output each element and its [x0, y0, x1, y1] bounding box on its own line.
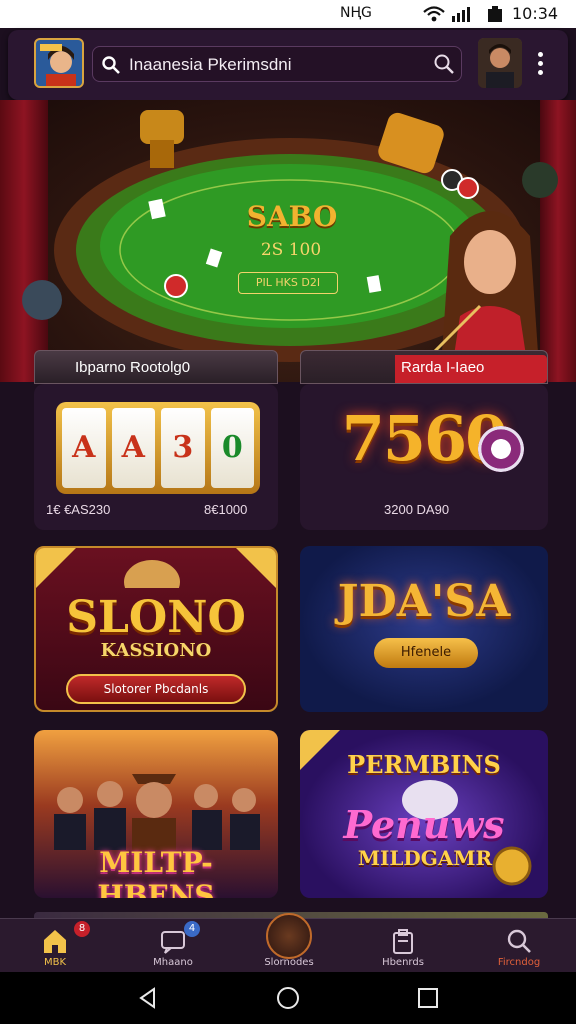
home-circle-icon[interactable]	[276, 986, 300, 1010]
search-input[interactable]: Inaanesia Pkerimsdni	[129, 55, 292, 75]
promo-tab-right[interactable]: Rarda I-Iaeo	[300, 350, 548, 384]
slot-machine-art: A A 3 0	[56, 402, 260, 494]
battery-icon	[488, 6, 502, 22]
nav-label: MBK	[43, 957, 67, 968]
nav-item-search[interactable]: Fircndog	[464, 919, 574, 973]
card-caption-right: 8€1000	[204, 502, 248, 517]
game-card-permbins[interactable]: PERMBINS Penuws MILDGAMR	[300, 730, 548, 898]
status-icons	[423, 6, 502, 22]
spin-icon	[266, 913, 312, 959]
game-card-miltp[interactable]: MILTP-HBENS	[34, 730, 278, 898]
search-bar[interactable]: Inaanesia Pkerimsdni	[92, 46, 462, 82]
search-icon	[102, 56, 120, 74]
game-logo-title: JDA'SA	[337, 576, 511, 627]
back-icon[interactable]	[136, 986, 160, 1010]
promo-tab-label: Rarda I-Iaeo	[401, 359, 485, 376]
hero-subtitle: PIL HKS D2I	[238, 272, 338, 294]
nav-item-spin[interactable]: Slornodes	[234, 913, 344, 973]
chat-icon	[161, 931, 185, 954]
app-logo-icon	[36, 40, 82, 86]
signal-icon	[452, 7, 470, 22]
play-button[interactable]: Hfenele	[374, 638, 478, 668]
corner-ribbon-icon	[36, 548, 276, 588]
reel: A	[111, 408, 155, 488]
game-card-sevens[interactable]: 7560 3200 DA90	[300, 384, 548, 530]
bottom-navigation: 8 MBK 4 Mhaano Slornodes Hbenrds Fircndo…	[0, 913, 576, 973]
game-logo-subtitle: KASSIONO	[100, 640, 212, 661]
reel: 3	[161, 408, 205, 488]
promo-tab-label: Ibparno Rootolg0	[75, 359, 191, 376]
promo-tab-left[interactable]: Ibparno Rootolg0	[34, 350, 278, 384]
nav-label: Fircndog	[497, 957, 541, 968]
app-logo-avatar[interactable]	[34, 38, 84, 88]
nav-label: Hbenrds	[382, 957, 424, 968]
wifi-icon	[423, 6, 445, 22]
search-submit-icon[interactable]	[433, 53, 455, 75]
recents-icon[interactable]	[416, 986, 440, 1010]
user-avatar-icon	[478, 38, 522, 88]
players-illustration	[54, 774, 260, 850]
app-header: Inaanesia Pkerimsdni	[8, 30, 568, 100]
nav-label: Mhaano	[153, 957, 193, 968]
reel: 0	[210, 408, 254, 488]
game-card-kassiono[interactable]: SLONO KASSIONO Slotorer Pbcdanls	[34, 546, 278, 712]
game-logo-main: Penuws	[343, 802, 505, 847]
nav-item-wallet[interactable]: Hbenrds	[348, 919, 458, 973]
nav-badge: 8	[74, 921, 90, 937]
reel: A	[62, 408, 106, 488]
nav-badge: 4	[184, 921, 200, 937]
card-caption: 3200 DA90	[384, 502, 450, 517]
network-type: NⱧG	[340, 5, 372, 21]
more-vertical-icon[interactable]	[534, 50, 546, 78]
game-card-joasa[interactable]: JDA'SA Hfenele	[300, 546, 548, 712]
nav-item-home[interactable]: 8 MBK	[0, 919, 110, 973]
game-logo-title: MILTP-HBENS	[97, 846, 215, 898]
game-logo-subtitle: MILDGAMR	[357, 846, 493, 870]
game-logo-title: SLONO	[66, 592, 246, 643]
game-logo-title: PERMBINS	[347, 750, 501, 779]
hero-title: SABO	[246, 200, 338, 233]
status-bar: NⱧG 10:34	[0, 0, 576, 28]
home-icon	[44, 930, 66, 953]
nav-item-chat[interactable]: 4 Mhaano	[118, 919, 228, 973]
game-card-slots[interactable]: A A 3 0 1€ €AS230 8€1000	[34, 384, 278, 530]
search-icon	[507, 929, 531, 953]
casino-chip-icon	[478, 426, 524, 472]
clock: 10:34	[512, 4, 559, 23]
wallet-icon	[393, 929, 413, 954]
profile-avatar[interactable]	[478, 38, 522, 88]
card-caption-left: 1€ €AS230	[46, 502, 111, 517]
hero-amount: 2S 100	[260, 240, 322, 260]
hero-banner[interactable]: SABO 2S 100 PIL HKS D2I	[0, 100, 576, 382]
nav-label: Slornodes	[264, 957, 314, 968]
system-navigation-bar	[0, 972, 576, 1024]
play-button[interactable]: Slotorer Pbcdanls	[66, 674, 246, 704]
